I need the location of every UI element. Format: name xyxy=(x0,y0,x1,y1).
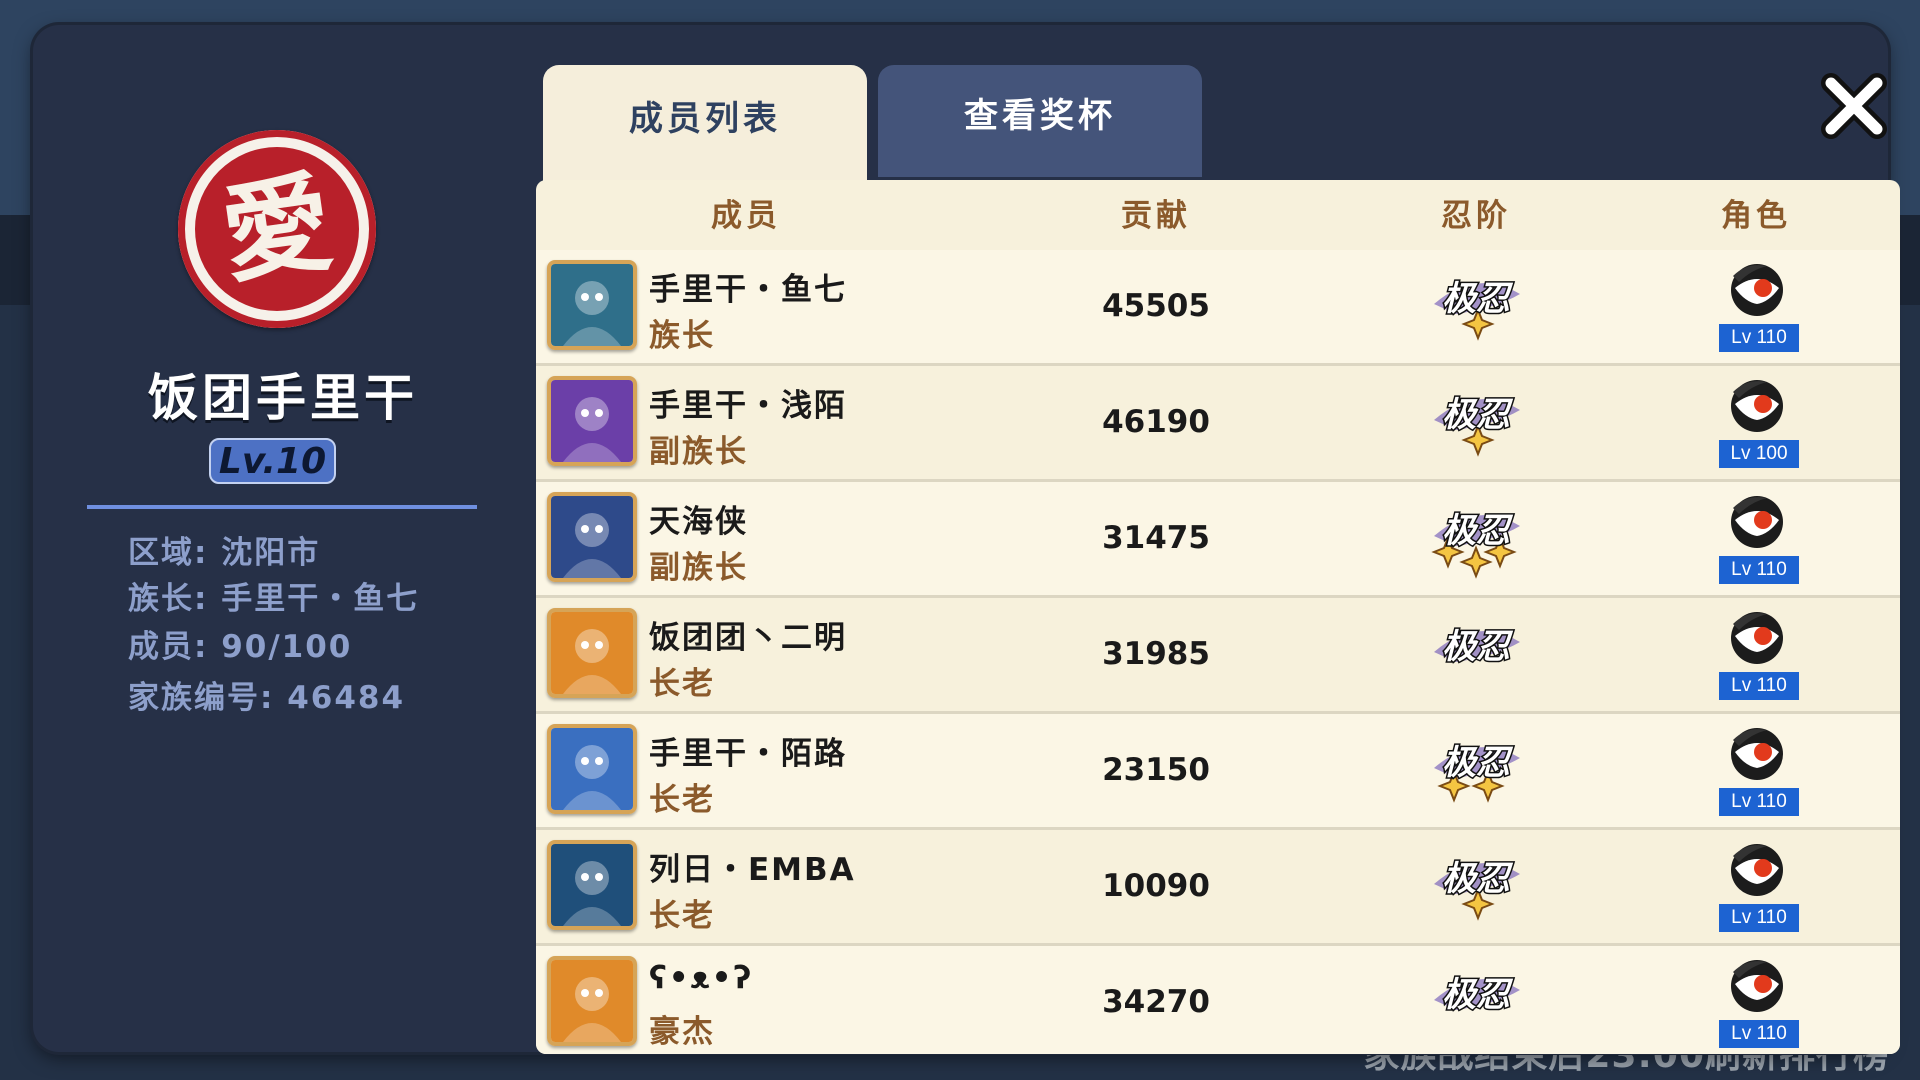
clan-level-badge: Lv.10 xyxy=(209,438,336,484)
member-name: 列日・EMBA xyxy=(649,852,856,888)
member-avatar xyxy=(547,492,637,582)
member-contribution: 34270 xyxy=(1102,984,1210,1020)
character-level-badge: Lv 110 xyxy=(1719,324,1799,352)
clan-name: 饭团手里干 xyxy=(148,369,418,427)
member-avatar xyxy=(547,956,637,1046)
table-header: 成员 贡献 忍阶 角色 xyxy=(536,180,1900,250)
svg-text:极忍: 极忍 xyxy=(1442,279,1514,319)
member-role: 副族长 xyxy=(649,434,748,470)
header-contribution: 贡献 xyxy=(1121,198,1191,234)
avatar-portrait-icon xyxy=(551,960,633,1042)
rank-badge-icon: 极忍 xyxy=(1426,380,1526,470)
member-name: 天海侠 xyxy=(649,504,748,540)
table-row[interactable]: 天海侠副族长 31475 极忍 Lv 110 xyxy=(536,482,1900,598)
rank-badge-icon: 极忍 xyxy=(1426,728,1526,818)
member-contribution: 23150 xyxy=(1102,752,1210,788)
avatar-portrait-icon xyxy=(551,264,633,346)
close-button[interactable] xyxy=(1818,70,1890,142)
member-avatar xyxy=(547,840,637,930)
clan-panel: 愛 饭团手里干 Lv.10 区域: 沈阳市 族长: 手里干・鱼七 成员: 90/… xyxy=(33,25,1900,1054)
table-row[interactable]: 手里干・浅陌 副族长 46190 极忍 Lv 100 xyxy=(536,366,1900,482)
avatar-portrait-icon xyxy=(551,844,633,926)
table-row[interactable]: 列日・EMBA 长老 10090 极忍 Lv 110 xyxy=(536,830,1900,946)
character-level-badge: Lv 110 xyxy=(1719,1020,1799,1048)
rank-badge-icon: 极忍 xyxy=(1426,612,1526,702)
header-member: 成员 xyxy=(711,198,781,234)
rank-badge-icon: 极忍 xyxy=(1426,264,1526,354)
svg-text:极忍: 极忍 xyxy=(1442,627,1514,667)
member-role: 副族长 xyxy=(649,550,748,586)
member-role: 长老 xyxy=(649,666,715,702)
svg-text:极忍: 极忍 xyxy=(1442,859,1514,899)
clan-emblem: 愛 xyxy=(178,130,376,328)
clan-id: 家族编号: 46484 xyxy=(128,680,406,716)
member-contribution: 45505 xyxy=(1102,288,1210,324)
member-role: 长老 xyxy=(649,782,715,818)
member-name: 手里干・鱼七 xyxy=(649,272,847,308)
table-row[interactable]: 手里干・陌路 长老 23150 极忍 Lv 110 xyxy=(536,714,1900,830)
table-row[interactable]: 手里干・鱼七 族长 45505 极忍 Lv 110 xyxy=(536,250,1900,366)
rank-badge-icon: 极忍 xyxy=(1426,844,1526,934)
character-level-badge: Lv 110 xyxy=(1719,556,1799,584)
member-contribution: 31475 xyxy=(1102,520,1210,556)
svg-text:极忍: 极忍 xyxy=(1442,511,1514,551)
member-contribution: 46190 xyxy=(1102,404,1210,440)
clan-region: 区域: 沈阳市 xyxy=(128,535,321,571)
member-role: 豪杰 xyxy=(649,1014,715,1050)
avatar-portrait-icon xyxy=(551,728,633,810)
member-name: ʕ•ᴥ•ʔ xyxy=(649,960,754,996)
tab-member-list[interactable]: 成员列表 xyxy=(543,65,867,183)
header-character: 角色 xyxy=(1721,198,1791,234)
rank-badge-icon: 极忍 xyxy=(1426,960,1526,1050)
character-level-badge: Lv 110 xyxy=(1719,788,1799,816)
member-contribution: 10090 xyxy=(1102,868,1210,904)
character-level-badge: Lv 110 xyxy=(1719,904,1799,932)
member-name: 手里干・浅陌 xyxy=(649,388,847,424)
avatar-portrait-icon xyxy=(551,380,633,462)
avatar-portrait-icon xyxy=(551,612,633,694)
member-contribution: 31985 xyxy=(1102,636,1210,672)
clan-emblem-char: 愛 xyxy=(214,159,340,299)
member-avatar xyxy=(547,260,637,350)
character-level-badge: Lv 100 xyxy=(1719,440,1799,468)
rank-badge-icon: 极忍 xyxy=(1426,496,1526,586)
member-table: 成员 贡献 忍阶 角色 手里干・鱼七 族长 45505 极忍 Lv 110 手里干・浅陌副… xyxy=(536,180,1900,1054)
close-icon xyxy=(1821,73,1887,139)
svg-text:极忍: 极忍 xyxy=(1442,743,1514,783)
table-row[interactable]: ʕ•ᴥ•ʔ 豪杰 34270 极忍 Lv 110 xyxy=(536,946,1900,1054)
avatar-portrait-icon xyxy=(551,496,633,578)
svg-text:极忍: 极忍 xyxy=(1442,975,1514,1015)
info-divider xyxy=(87,505,477,509)
header-rank: 忍阶 xyxy=(1441,198,1511,234)
member-role: 族长 xyxy=(649,318,715,354)
member-avatar xyxy=(547,608,637,698)
member-avatar xyxy=(547,376,637,466)
clan-leader: 族长: 手里干・鱼七 xyxy=(128,581,420,617)
member-name: 手里干・陌路 xyxy=(649,736,847,772)
character-level-badge: Lv 110 xyxy=(1719,672,1799,700)
svg-text:极忍: 极忍 xyxy=(1442,395,1514,435)
member-avatar xyxy=(547,724,637,814)
member-role: 长老 xyxy=(649,898,715,934)
member-name: 饭团团丶二明 xyxy=(649,620,847,656)
tab-view-trophies[interactable]: 查看奖杯 xyxy=(878,65,1202,177)
table-row[interactable]: 饭团团丶二明 长老 31985 极忍 Lv 110 xyxy=(536,598,1900,714)
clan-member-count: 成员: 90/100 xyxy=(128,629,353,665)
